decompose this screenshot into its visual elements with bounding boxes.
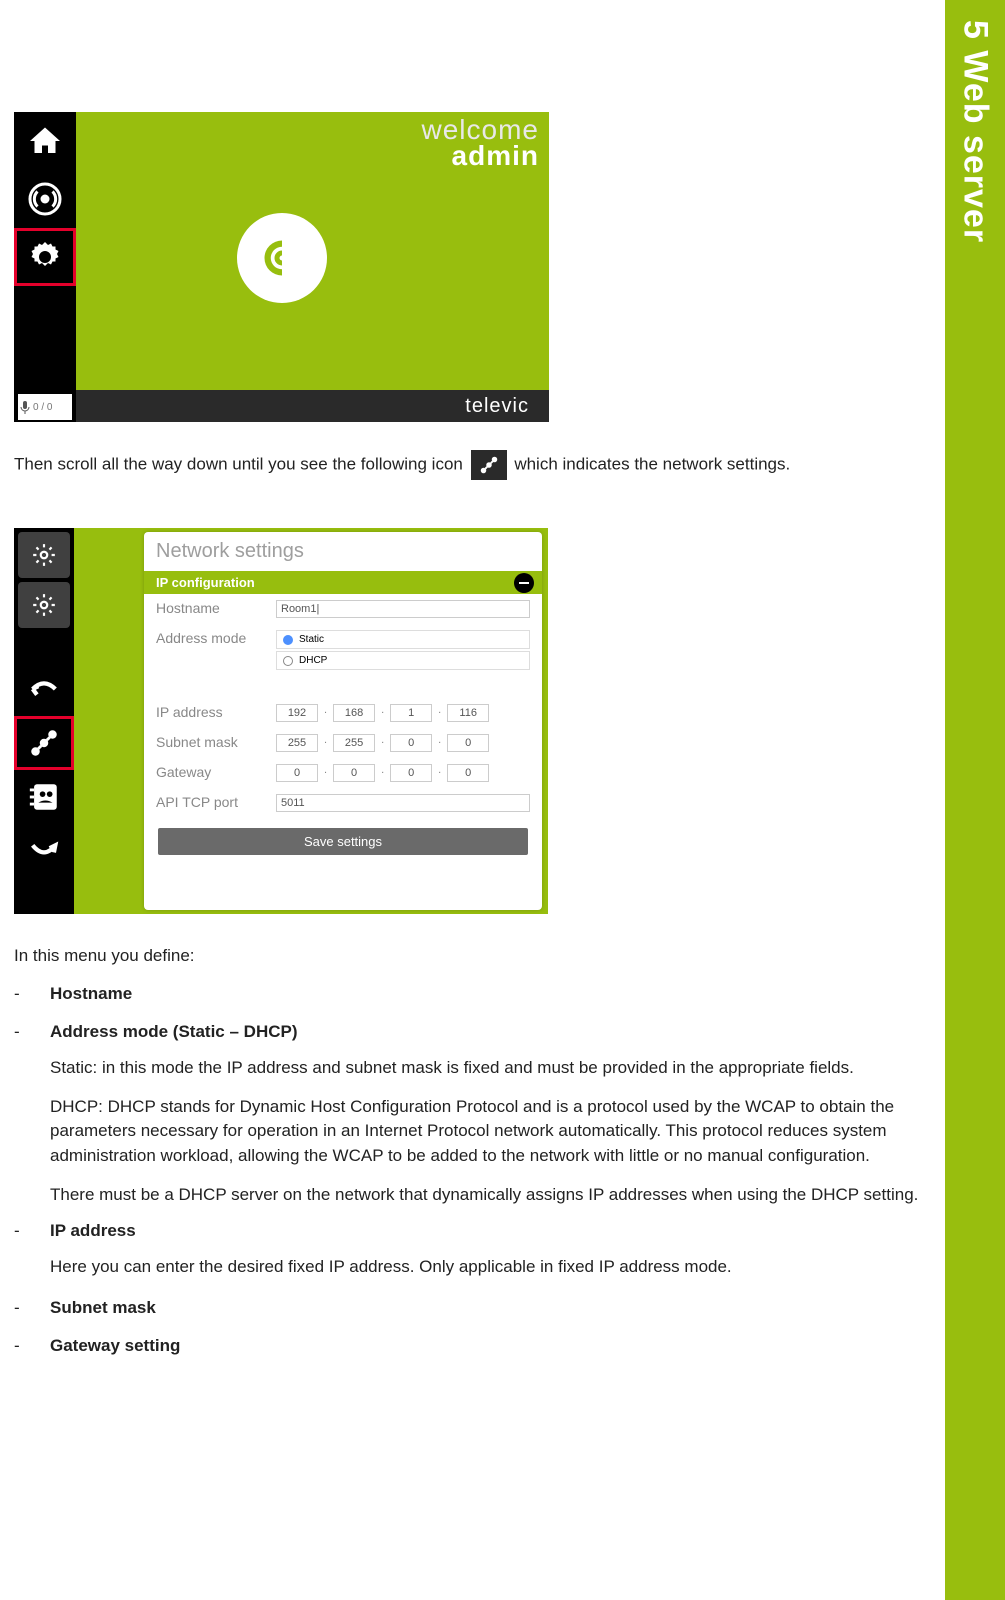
- static-radio[interactable]: Static: [276, 630, 530, 649]
- home-icon[interactable]: [14, 112, 76, 170]
- paragraph-define: In this menu you define:: [14, 946, 195, 966]
- panel-title: Network settings: [144, 532, 542, 571]
- mic-indicator: 0 / 0: [18, 394, 72, 420]
- paragraph-scroll-instruction: Then scroll all the way down until you s…: [14, 450, 914, 480]
- gear-icon[interactable]: [18, 582, 70, 628]
- contacts-icon[interactable]: [14, 770, 74, 824]
- welcome-text: welcome admin: [422, 114, 539, 172]
- ip-input[interactable]: 192. 168. 1. 116: [276, 704, 530, 722]
- back-arrow-icon[interactable]: [14, 662, 74, 716]
- tcp-label: API TCP port: [156, 794, 276, 810]
- address-mode-label: Address mode: [156, 630, 276, 646]
- network-icon: [471, 450, 507, 480]
- definition-list: - Hostname - Address mode (Static – DHCP…: [14, 984, 934, 1374]
- undo-icon[interactable]: [14, 824, 74, 878]
- subnet-label: Subnet mask: [156, 734, 276, 750]
- gateway-input[interactable]: 0. 0. 0. 0: [276, 764, 530, 782]
- brand-bar: televic: [76, 390, 549, 422]
- def-hostname: Hostname: [50, 984, 132, 1003]
- ip-label: IP address: [156, 704, 276, 720]
- chapter-tab: 5 Web server: [945, 0, 1005, 1600]
- gear-icon[interactable]: [18, 532, 70, 578]
- subnet-input[interactable]: 255. 255. 0. 0: [276, 734, 530, 752]
- broadcast-icon[interactable]: [14, 170, 76, 228]
- def-dhcp-server: There must be a DHCP server on the netwo…: [50, 1183, 934, 1208]
- section-header[interactable]: IP configuration: [144, 571, 542, 594]
- network-settings-panel: Network settings IP configuration Hostna…: [144, 532, 542, 910]
- def-subnet: Subnet mask: [50, 1298, 156, 1317]
- collapse-icon[interactable]: [514, 573, 534, 593]
- def-ip-desc: Here you can enter the desired fixed IP …: [50, 1255, 934, 1280]
- gateway-label: Gateway: [156, 764, 276, 780]
- logo-icon: [237, 213, 327, 303]
- dhcp-radio[interactable]: DHCP: [276, 651, 530, 670]
- network-icon[interactable]: [14, 716, 74, 770]
- def-ip: IP address: [50, 1221, 136, 1240]
- hostname-label: Hostname: [156, 600, 276, 616]
- tcp-input[interactable]: 5011: [276, 794, 530, 812]
- def-static-desc: Static: in this mode the IP address and …: [50, 1056, 934, 1081]
- hostname-input[interactable]: Room1|: [276, 600, 530, 618]
- welcome-screenshot: welcome admin 0 / 0 televic: [14, 112, 549, 422]
- save-button[interactable]: Save settings: [158, 828, 528, 855]
- settings-icon[interactable]: [14, 228, 76, 286]
- nav-sidebar: [14, 112, 76, 422]
- network-settings-screenshot: Network settings IP configuration Hostna…: [14, 528, 548, 914]
- settings-sidebar: [14, 528, 74, 914]
- def-addrmode: Address mode (Static – DHCP): [50, 1022, 298, 1041]
- chapter-title: 5 Web server: [956, 20, 995, 243]
- def-dhcp-desc: DHCP: DHCP stands for Dynamic Host Confi…: [50, 1095, 934, 1169]
- def-gateway: Gateway setting: [50, 1336, 180, 1355]
